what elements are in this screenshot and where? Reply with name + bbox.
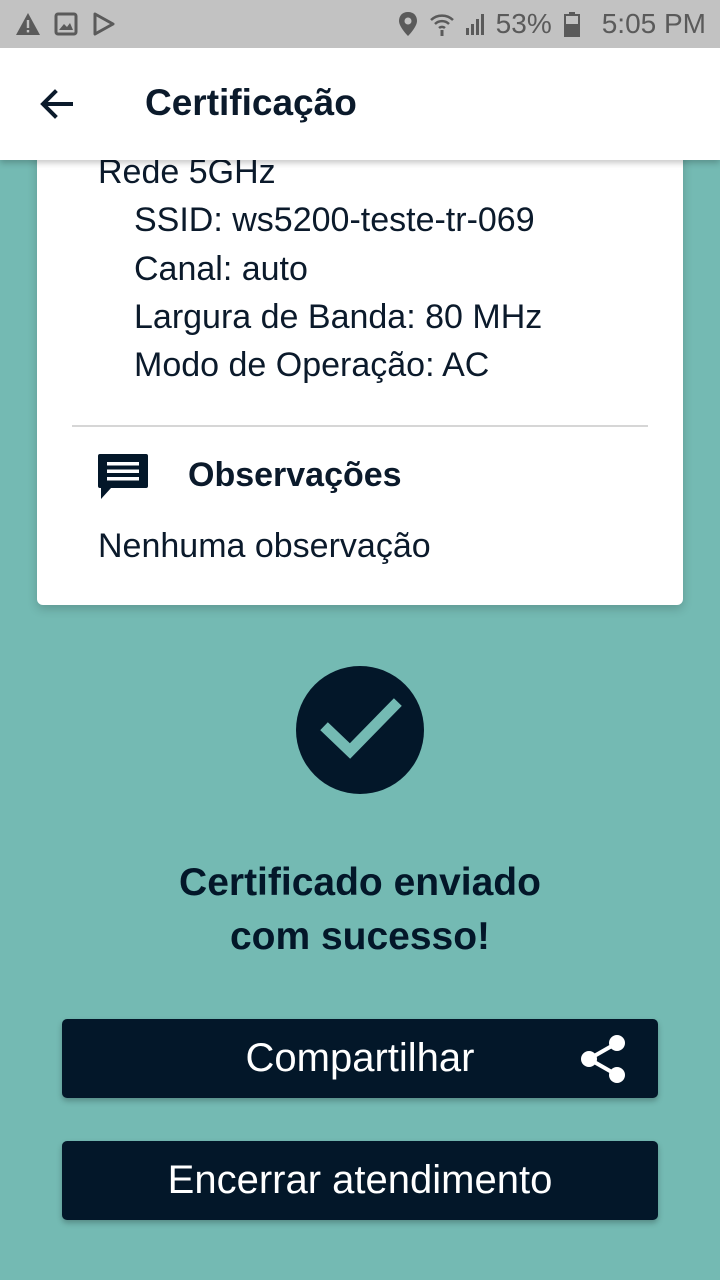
clock: 5:05 PM — [601, 8, 706, 39]
mode-text: Modo de Operação: AC — [134, 346, 490, 384]
app-bar: Certificação — [0, 48, 720, 160]
bandwidth-text: Largura de Banda: 80 MHz — [134, 298, 543, 336]
location-icon — [394, 10, 422, 38]
status-bar-left — [14, 10, 118, 38]
success-line-1: Certificado enviado — [179, 861, 541, 904]
success-badge — [296, 666, 424, 794]
play-store-icon — [90, 10, 118, 38]
arrow-left-icon — [40, 89, 73, 119]
success-message: Certificado enviado com sucesso! — [0, 856, 720, 964]
channel-text: Canal: auto — [134, 250, 308, 288]
page-title: Certificação — [145, 82, 357, 123]
observations-text: Nenhuma observação — [98, 527, 431, 565]
end-service-label: Encerrar atendimento — [167, 1158, 553, 1202]
observations-title: Observações — [188, 456, 402, 494]
back-button[interactable] — [26, 74, 86, 134]
battery-icon — [558, 10, 586, 38]
comment-icon — [98, 454, 148, 499]
signal-icon — [462, 10, 490, 38]
certification-card: Rede 5GHz SSID: ws5200-teste-tr-069 Cana… — [37, 100, 683, 605]
warning-icon — [14, 10, 42, 38]
status-bar-right: 53% 5:05 PM — [394, 8, 706, 40]
end-service-button[interactable]: Encerrar atendimento — [62, 1141, 658, 1220]
share-icon — [581, 1035, 625, 1083]
divider — [72, 425, 648, 427]
image-icon — [52, 10, 80, 38]
wifi-icon — [428, 10, 456, 38]
check-icon — [320, 698, 402, 759]
ssid-text: SSID: ws5200-teste-tr-069 — [134, 201, 535, 239]
success-line-2: com sucesso! — [229, 915, 491, 958]
status-bar: 53% 5:05 PM — [0, 0, 720, 48]
battery-percent: 53% — [495, 8, 552, 39]
share-button[interactable]: Compartilhar — [62, 1019, 658, 1098]
share-button-label: Compartilhar — [245, 1036, 475, 1080]
